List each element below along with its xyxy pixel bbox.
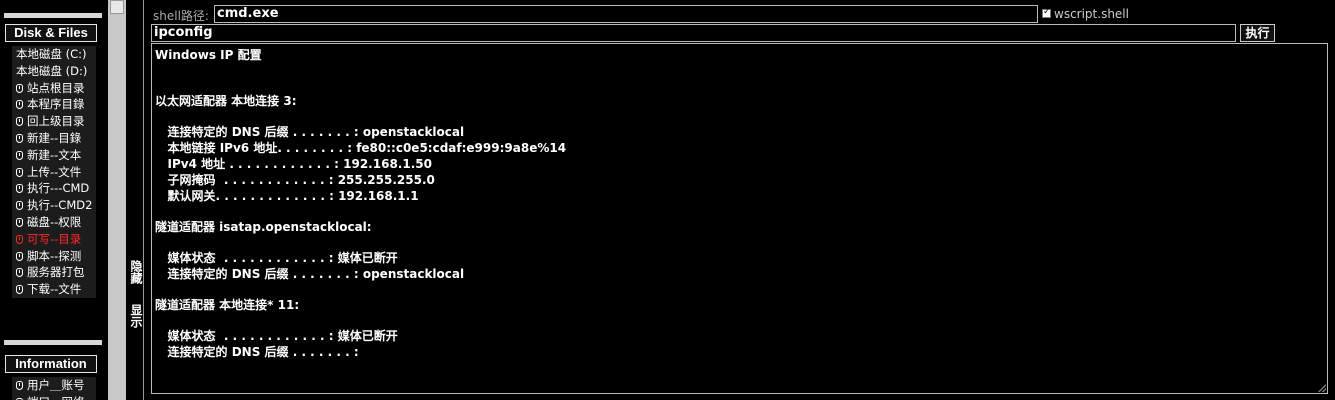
show-sidebar-toggle[interactable]: 显示 — [129, 304, 143, 331]
sidebar-item-label: 执行--CMD2 — [27, 198, 93, 213]
output-line: 连接特定的 DNS 后缀 . . . . . . . : openstacklo… — [155, 125, 465, 139]
wscript-label: wscript.shell — [1054, 7, 1129, 21]
sidebar-item-label: 下载--文件 — [27, 282, 82, 297]
mouse-icon — [16, 133, 23, 143]
disk-files-menu: 本地磁盘 (C:) 本地磁盘 (D:) 站点根目录本程序目錄回上级目录 新建--目錄新… — [12, 46, 96, 298]
sidebar-item-label: 执行---CMD — [27, 181, 90, 196]
sidebar-item[interactable]: 新建--文本 — [12, 146, 96, 164]
sidebar-item-label: 脚本--探测 — [27, 248, 82, 263]
sidebar-divider — [4, 340, 102, 345]
mouse-icon — [16, 381, 23, 390]
sidebar-divider — [4, 13, 102, 18]
sidebar-item[interactable]: 磁盘--权限 — [12, 213, 96, 231]
output-line: 隧道适配器 isatap.openstacklocal: — [155, 220, 372, 234]
mouse-icon — [16, 100, 23, 110]
sidebar-item-label: 本地磁盘 (D:) — [16, 63, 88, 78]
hide-sidebar-toggle[interactable]: 隐藏 — [129, 260, 143, 287]
output-line: 默认网关. . . . . . . . . . . . . : 192.168.… — [155, 189, 419, 203]
disk-files-section-title: Disk & Files — [5, 24, 97, 42]
sidebar-item[interactable]: 新建--目錄 — [12, 129, 96, 147]
hide-label: 隐藏 — [129, 260, 143, 284]
output-line: 本地链接 IPv6 地址. . . . . . . . : fe80::c0e5… — [155, 141, 567, 155]
sidebar-item-label: 本程序目錄 — [27, 97, 85, 112]
sidebar-item-label: 站点根目录 — [27, 80, 85, 95]
shell-path-label: shell路径: — [153, 9, 209, 23]
shell-path-input[interactable]: cmd.exe — [214, 5, 1038, 23]
mouse-icon — [16, 285, 23, 295]
sidebar-item-label: 新建--文本 — [27, 147, 82, 162]
cmd-panel: shell路径: cmd.exe wscript.shell ipconfig … — [145, 0, 1335, 400]
information-menu: 用户＿账号端口＿网络 — [12, 377, 96, 400]
sidebar-item-label: 服务器打包 — [27, 265, 85, 280]
scroll-up-arrow[interactable] — [110, 0, 124, 14]
sidebar-item[interactable]: 本地磁盘 (D:) — [12, 62, 96, 80]
sidebar-item-label: 磁盘--权限 — [27, 214, 82, 229]
sidebar-item-label: 回上级目录 — [27, 114, 85, 129]
sidebar-item[interactable]: 上传--文件 — [12, 163, 96, 181]
show-label: 显示 — [129, 304, 143, 328]
resize-handle-icon[interactable] — [1318, 384, 1326, 392]
sidebar-item[interactable]: 执行---CMD — [12, 180, 96, 198]
output-line: 以太网适配器 本地连接 3: — [155, 94, 297, 108]
sidebar-item[interactable]: 用户＿账号 — [12, 377, 96, 394]
sidebar-item[interactable]: 本程序目錄 — [12, 96, 96, 114]
sidebar-item[interactable]: 服务器打包 — [12, 264, 96, 282]
output-line: IPv4 地址 . . . . . . . . . . . . : 192.16… — [155, 157, 432, 171]
sidebar-item-label: 端口＿网络 — [27, 395, 85, 400]
sidebar-item[interactable]: 回上级目录 — [12, 113, 96, 130]
mouse-icon — [16, 83, 23, 93]
output-line: 隧道适配器 本地连接* 11: — [155, 298, 300, 312]
sidebar-item[interactable]: 站点根目录 — [12, 79, 96, 97]
command-output[interactable]: Windows IP 配置以太网适配器 本地连接 3: 连接特定的 DNS 后缀… — [151, 43, 1328, 394]
sidebar-item-label: 本地磁盘 (C:) — [16, 47, 87, 61]
wscript-checkbox[interactable] — [1042, 7, 1051, 18]
output-line: 媒体状态 . . . . . . . . . . . . : 媒体已断开 — [155, 329, 398, 343]
mouse-icon — [16, 117, 23, 127]
mouse-icon — [16, 184, 23, 194]
sidebar-toggle-column: 隐藏 显示 — [126, 0, 144, 400]
output-line: 媒体状态 . . . . . . . . . . . . : 媒体已断开 — [155, 251, 398, 265]
mouse-icon — [16, 251, 23, 261]
mouse-icon — [16, 167, 23, 177]
execute-button[interactable]: 执行 — [1240, 24, 1275, 42]
output-line: 子网掩码 . . . . . . . . . . . . : 255.255.2… — [155, 173, 435, 187]
command-input[interactable]: ipconfig — [151, 24, 1236, 42]
sidebar-item[interactable]: 脚本--探测 — [12, 247, 96, 265]
output-line: Windows IP 配置 — [155, 48, 262, 62]
sidebar-item-label: 上传--文件 — [27, 164, 82, 179]
mouse-icon — [16, 234, 23, 244]
output-line: 连接特定的 DNS 后缀 . . . . . . . : openstacklo… — [155, 267, 465, 281]
sidebar-item-label: 可写--目录 — [27, 231, 82, 246]
sidebar: Disk & Files 本地磁盘 (C:) 本地磁盘 (D:) 站点根目录本程序目… — [0, 0, 106, 400]
sidebar-item-label: 用户＿账号 — [27, 378, 85, 392]
output-line: 连接特定的 DNS 后缀 . . . . . . . : — [155, 345, 359, 359]
sidebar-scrollbar[interactable] — [108, 0, 126, 400]
sidebar-item[interactable]: 可写--目录 — [12, 230, 96, 248]
mouse-icon — [16, 150, 23, 160]
sidebar-item[interactable]: 端口＿网络 — [12, 393, 96, 400]
sidebar-item[interactable]: 执行--CMD2 — [12, 197, 96, 214]
sidebar-item[interactable]: 本地磁盘 (C:) — [12, 46, 96, 63]
mouse-icon — [16, 201, 23, 211]
mouse-icon — [16, 217, 23, 227]
information-section-title: Information — [5, 355, 97, 373]
sidebar-item-label: 新建--目錄 — [27, 130, 82, 145]
sidebar-item[interactable]: 下载--文件 — [12, 281, 96, 298]
mouse-icon — [16, 268, 23, 278]
